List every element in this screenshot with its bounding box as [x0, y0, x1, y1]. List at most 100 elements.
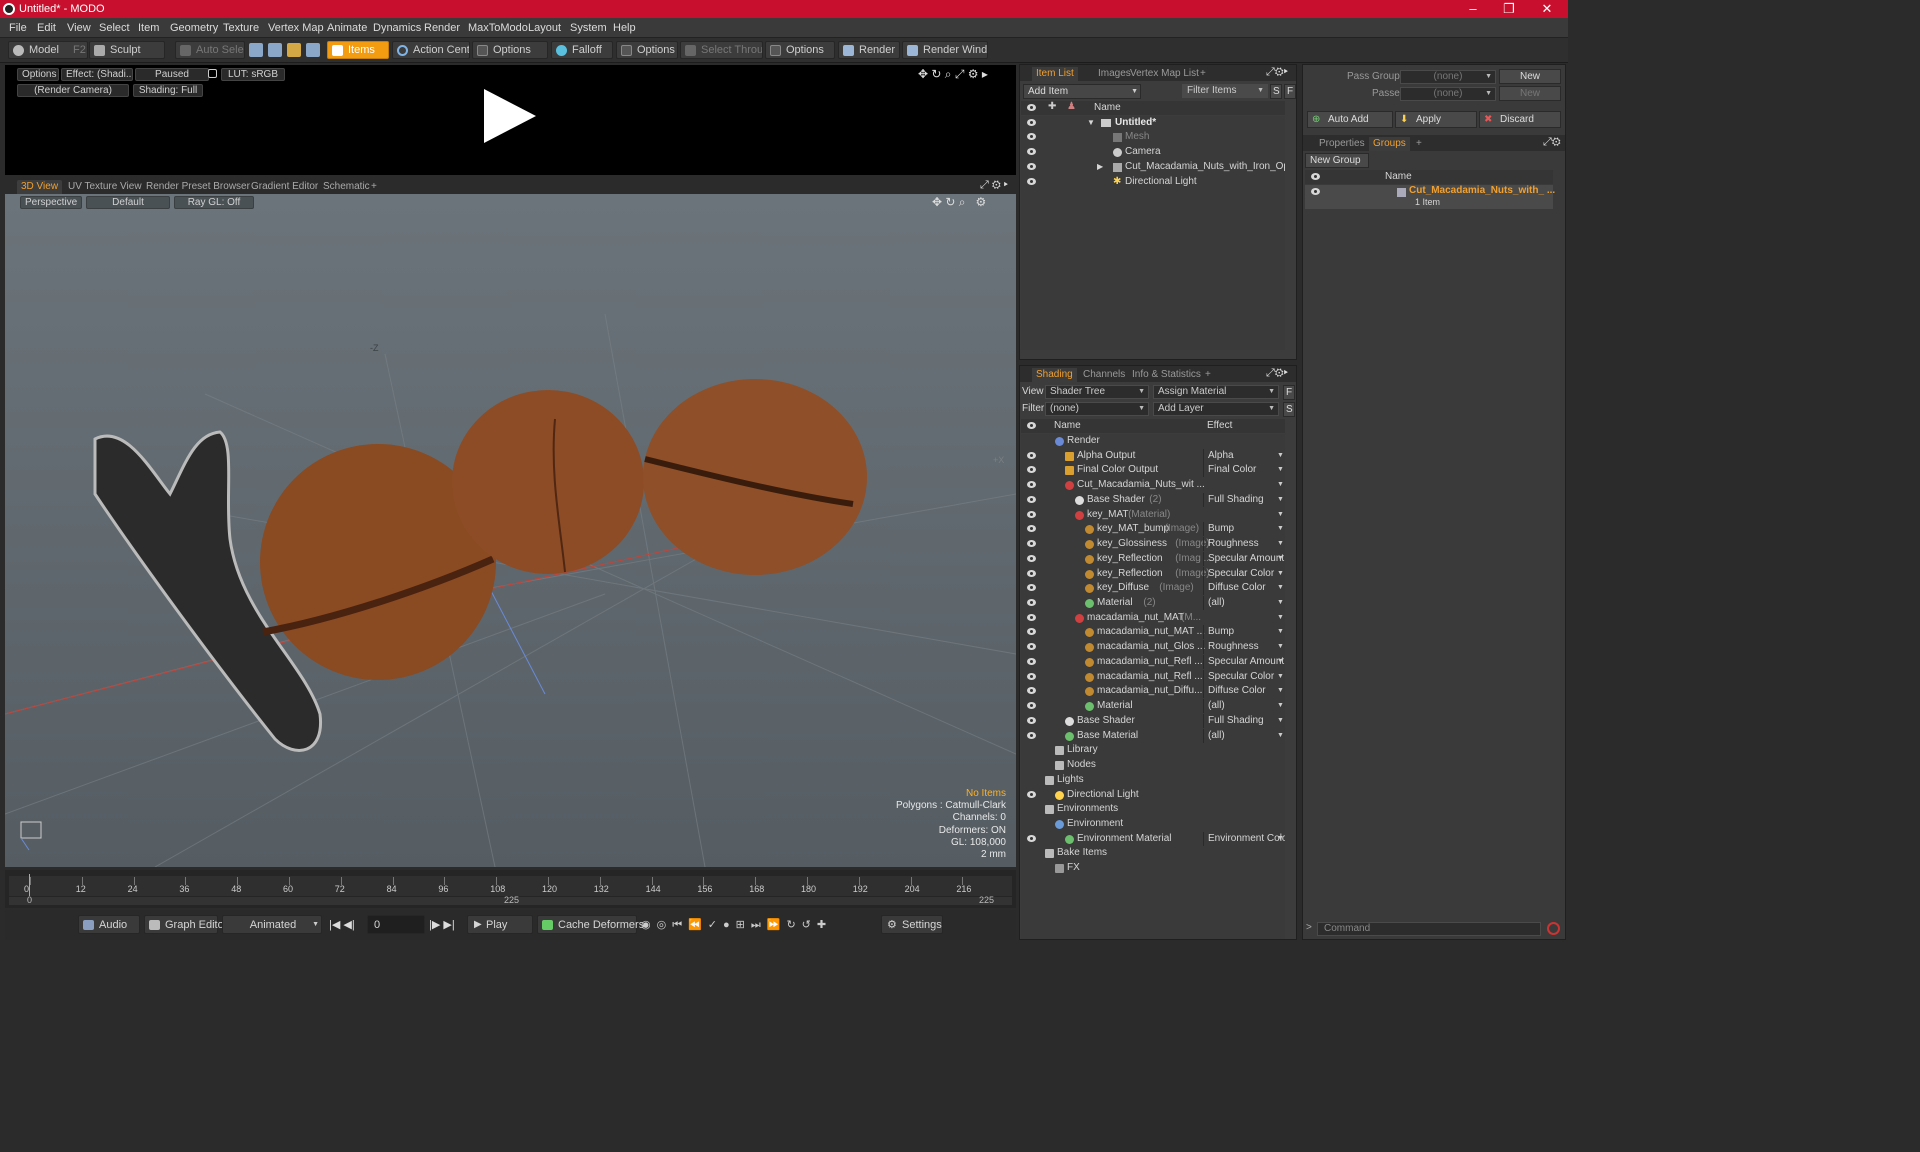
- falloff-button[interactable]: Falloff: [551, 41, 613, 59]
- tab-channels[interactable]: Channels: [1079, 368, 1129, 382]
- animated-dropdown[interactable]: Animated ▼: [222, 915, 322, 934]
- shader-tree-row[interactable]: Environments: [1021, 802, 1285, 816]
- menu-layout[interactable]: Layout: [528, 22, 561, 34]
- shader-tree-row[interactable]: Nodes: [1021, 758, 1285, 772]
- shader-tree-row[interactable]: Environment Material Environment Color ▼: [1021, 831, 1285, 846]
- shader-effect-dropdown[interactable]: Alpha: [1203, 448, 1285, 463]
- action-center-button[interactable]: Action Center: [392, 41, 470, 59]
- menu-animate[interactable]: Animate: [327, 22, 367, 34]
- shader-tree-row[interactable]: Alpha Output Alpha ▼: [1021, 448, 1285, 463]
- shader-effect-dropdown[interactable]: Specular Color: [1203, 669, 1285, 684]
- tab-groups[interactable]: Groups: [1369, 137, 1410, 151]
- polygons-mode-icon[interactable]: [287, 43, 301, 57]
- shader-effect-dropdown[interactable]: Roughness: [1203, 640, 1285, 655]
- eye-icon[interactable]: [1027, 628, 1036, 636]
- shader-effect-dropdown[interactable]: Diffuse Color: [1203, 684, 1285, 699]
- shader-tree-row[interactable]: Base Material (all) ▼: [1021, 728, 1285, 743]
- model-mode-button[interactable]: Model F2: [8, 41, 88, 59]
- item-row[interactable]: ▼ Untitled*: [1021, 116, 1285, 130]
- shader-effect-dropdown[interactable]: Specular Amount: [1203, 654, 1285, 669]
- passes-dropdown[interactable]: (none): [1400, 87, 1496, 101]
- select-through-button[interactable]: Select Through: [680, 41, 763, 59]
- tab-3d-view[interactable]: 3D View: [17, 180, 63, 194]
- shader-tree-row[interactable]: macadamia_nut_Refl ... Specular Color ▼: [1021, 669, 1285, 684]
- shader-tree-row[interactable]: Directional Light: [1021, 788, 1285, 802]
- menu-select[interactable]: Select: [99, 22, 130, 34]
- tab-shading[interactable]: Shading: [1032, 368, 1077, 382]
- settings-button[interactable]: ⚙ Settings: [881, 915, 943, 934]
- eye-icon[interactable]: [1027, 163, 1036, 170]
- shader-tree-row[interactable]: Material (all) ▼: [1021, 699, 1285, 714]
- eye-icon[interactable]: [1027, 148, 1036, 155]
- item-row[interactable]: Mesh: [1021, 130, 1285, 144]
- eye-icon[interactable]: [1027, 540, 1036, 548]
- minimize-button[interactable]: –: [1456, 1, 1490, 17]
- s-button[interactable]: S: [1283, 402, 1295, 417]
- menu-edit[interactable]: Edit: [37, 22, 56, 34]
- vertices-mode-icon[interactable]: [249, 43, 263, 57]
- menu-vertex-map[interactable]: Vertex Map: [268, 22, 324, 34]
- shader-effect-dropdown[interactable]: Final Color: [1203, 463, 1285, 478]
- tab-schematic[interactable]: Schematic: [319, 180, 374, 194]
- shader-effect-dropdown[interactable]: Diffuse Color: [1203, 581, 1285, 596]
- eye-icon[interactable]: [1027, 466, 1036, 474]
- shader-tree-row[interactable]: macadamia_nut_MAT ... Bump ▼: [1021, 625, 1285, 640]
- shader-effect-dropdown[interactable]: Full Shading: [1203, 713, 1285, 728]
- shader-tree-row[interactable]: macadamia_nut_Glos ... Roughness ▼: [1021, 640, 1285, 655]
- eye-icon[interactable]: [1027, 716, 1036, 724]
- view-panel-icons[interactable]: ⤢ ⚙ ▸: [980, 179, 1008, 192]
- shader-tree-row[interactable]: key_Diffuse (Image) Diffuse Color ▼: [1021, 581, 1285, 596]
- shader-tree-row[interactable]: Material (2) (all) ▼: [1021, 596, 1285, 611]
- menu-help[interactable]: Help: [613, 22, 636, 34]
- close-button[interactable]: ✕: [1530, 1, 1564, 17]
- add-item-button[interactable]: Add Item ▼: [1023, 84, 1141, 99]
- shader-tree-row[interactable]: FX: [1021, 861, 1285, 875]
- add-tab-button[interactable]: +: [367, 180, 381, 194]
- eye-icon[interactable]: [1027, 495, 1036, 503]
- preview-effect-dropdown[interactable]: Effect: (Shadi...: [61, 68, 133, 81]
- playhead[interactable]: [29, 874, 30, 896]
- preview-options-button[interactable]: Options: [17, 68, 59, 81]
- group-row[interactable]: Cut_Macadamia_Nuts_with_ ... 1 Item: [1305, 185, 1555, 209]
- default-shading-dropdown[interactable]: Default: [86, 196, 170, 209]
- viewport-nav-icons[interactable]: ✥ ↻ ⌕ ⚙: [932, 195, 986, 210]
- 3d-viewport[interactable]: Perspective Default Ray GL: Off ✥ ↻ ⌕ ⚙ …: [5, 194, 1016, 867]
- auto-select-button[interactable]: Auto Select: [175, 41, 245, 59]
- panel-icons[interactable]: ⤢⚙▸: [1266, 66, 1288, 79]
- shader-tree-row[interactable]: Base Shader (2) Full Shading ▼: [1021, 492, 1285, 507]
- falloff-options-button[interactable]: Options: [616, 41, 678, 59]
- shader-tree-row[interactable]: Library: [1021, 743, 1285, 757]
- menu-item[interactable]: Item: [138, 22, 159, 34]
- prev-key-buttons[interactable]: |◀ ◀|: [329, 918, 355, 931]
- auto-add-button[interactable]: ⊕ Auto Add: [1307, 111, 1393, 128]
- lut-dropdown[interactable]: LUT: sRGB: [221, 68, 285, 81]
- shader-tree-row[interactable]: macadamia_nut_Refl ... Specular Amount ▼: [1021, 654, 1285, 669]
- eye-icon[interactable]: [1027, 613, 1036, 621]
- shader-tree-row[interactable]: Render: [1021, 434, 1285, 448]
- eye-icon[interactable]: [1311, 188, 1320, 195]
- menu-geometry[interactable]: Geometry: [170, 22, 218, 34]
- shader-tree-row[interactable]: key_Reflection (Image) Specular Color ▼: [1021, 566, 1285, 581]
- select-options-button[interactable]: Options: [765, 41, 835, 59]
- shader-tree-row[interactable]: Final Color Output Final Color ▼: [1021, 463, 1285, 478]
- shader-tree-row[interactable]: Bake Items: [1021, 846, 1285, 860]
- shading-dropdown[interactable]: Shading: Full: [133, 84, 203, 97]
- shader-effect-dropdown[interactable]: Bump: [1203, 522, 1285, 537]
- f-button[interactable]: F: [1284, 84, 1296, 99]
- graph-editor-button[interactable]: Graph Editor: [144, 915, 227, 934]
- items-mode-button[interactable]: Items: [327, 41, 389, 59]
- menu-view[interactable]: View: [67, 22, 91, 34]
- add-tab-button[interactable]: +: [1196, 67, 1210, 81]
- eye-icon[interactable]: [1027, 834, 1036, 842]
- eye-icon[interactable]: [1027, 584, 1036, 592]
- timeline[interactable]: 0 12 24 36 48 60 72 84 96 108 120 132 144 156 168 180 19…: [5, 870, 1016, 908]
- new-pass-button[interactable]: New: [1499, 86, 1561, 101]
- add-tab-button[interactable]: +: [1201, 368, 1215, 382]
- shader-tree-row[interactable]: Lights: [1021, 773, 1285, 787]
- pass-groups-dropdown[interactable]: (none): [1400, 70, 1496, 84]
- new-group-button[interactable]: New Group: [1305, 153, 1369, 168]
- menu-dynamics[interactable]: Dynamics: [373, 22, 421, 34]
- action-center-options-button[interactable]: Options: [472, 41, 548, 59]
- shader-tree-row[interactable]: Environment: [1021, 817, 1285, 831]
- shader-effect-dropdown[interactable]: Specular Color: [1203, 566, 1285, 581]
